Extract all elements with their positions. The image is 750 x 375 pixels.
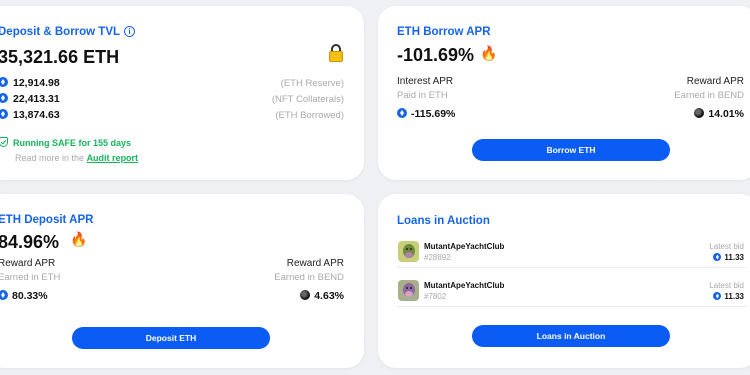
deposit-bend-apr-value-row: 4.63% [300, 290, 344, 302]
safe-text: Running SAFE for 155 days [13, 138, 132, 148]
latest-bid-value-row: 11.33 [713, 292, 744, 301]
eth-icon [0, 77, 8, 87]
borrow-value: -101.69% [397, 45, 475, 65]
shield-check-icon [0, 137, 8, 147]
latest-bid-value-row: 11.33 [713, 253, 744, 262]
deposit-eth-button[interactable]: Deposit ETH [72, 327, 270, 349]
borrow-apr-card: ETH Borrow APR -101.69% 🔥 Interest APR P… [378, 6, 750, 180]
tvl-title: Deposit & Borrow TVL [0, 26, 121, 38]
collaterals-value: 22,413.31 [13, 93, 60, 105]
fire-icon: 🔥 [480, 45, 498, 61]
deposit-eth-apr-value-row: 80.33% [0, 290, 48, 302]
borrow-title: ETH Borrow APR [397, 26, 491, 38]
bend-token-icon [300, 290, 311, 300]
interest-apr-value-row: -115.69% [397, 108, 455, 120]
tvl-row-reserve: 12,914.98 [0, 77, 60, 89]
deposit-bend-apr-label: Reward APR [286, 258, 344, 269]
borrowed-value: 13,874.63 [13, 109, 60, 121]
borrowed-label: (ETH Borrowed) [275, 110, 344, 121]
interest-apr-value: -115.69% [411, 108, 456, 120]
deposit-apr-card: ETH Deposit APR 84.96% 🔥 Reward APR Earn… [0, 194, 364, 368]
paid-in-eth-label: Paid in ETH [397, 90, 448, 101]
eth-icon [713, 253, 722, 261]
nft-token-id: #28892 [424, 253, 451, 262]
fire-icon: 🔥 [70, 231, 88, 247]
nft-token-id: #7802 [424, 292, 447, 301]
eth-icon [0, 109, 8, 119]
latest-bid-value: 11.33 [724, 292, 744, 301]
deposit-bend-apr-value: 4.63% [314, 290, 344, 302]
earned-in-eth-label: Earned in ETH [0, 272, 61, 283]
deposit-earned-in-bend-label: Earned in BEND [274, 272, 344, 283]
deposit-reward-apr-label: Reward APR [0, 258, 56, 269]
latest-bid-label: Latest bid [709, 242, 744, 251]
tvl-value: 35,321.66 ETH [0, 47, 120, 67]
auction-list-item[interactable]: MutantApeYachtClub #7802 Latest bid 11.3… [396, 278, 746, 308]
tvl-title-row: Deposit & Borrow TVL i [0, 26, 136, 38]
latest-bid-label: Latest bid [709, 281, 744, 290]
deposit-title: ETH Deposit APR [0, 214, 94, 226]
nft-thumbnail [398, 280, 419, 301]
loans-in-auction-button[interactable]: Loans in Auction [472, 325, 670, 347]
collaterals-label: (NFT Collaterals) [271, 94, 344, 105]
nft-collection-name: MutantApeYachtClub [424, 242, 505, 251]
reserve-value: 12,914.98 [13, 77, 60, 89]
nft-thumbnail [398, 241, 419, 262]
info-icon[interactable]: i [124, 26, 136, 37]
auction-list-item[interactable]: MutantApeYachtClub #28892 Latest bid 11.… [396, 239, 746, 269]
tvl-row-collaterals: 22,413.31 [0, 93, 60, 105]
reserve-label: (ETH Reserve) [280, 78, 344, 89]
earned-in-bend-label: Earned in BEND [674, 90, 744, 101]
nft-collection-name: MutantApeYachtClub [424, 281, 505, 290]
deposit-value: 84.96% [0, 232, 60, 252]
loans-in-auction-card: Loans in Auction MutantApeYachtClub #288… [378, 194, 750, 368]
read-more-text: Read more in the [15, 153, 85, 163]
eth-icon [713, 292, 722, 300]
eth-icon [0, 93, 8, 103]
read-more-row: Read more in the Audit report [15, 153, 138, 163]
eth-icon [397, 108, 407, 118]
auction-title: Loans in Auction [397, 215, 490, 227]
borrow-eth-button[interactable]: Borrow ETH [472, 139, 670, 161]
deposit-eth-apr-value: 80.33% [12, 290, 48, 302]
divider [396, 267, 746, 268]
tvl-row-borrowed: 13,874.63 [0, 109, 60, 121]
reward-apr-value: 14.01% [708, 108, 744, 120]
audit-report-link[interactable]: Audit report [87, 153, 139, 163]
bend-token-icon [694, 108, 705, 118]
eth-icon [0, 290, 8, 300]
safe-status: Running SAFE for 155 days [0, 137, 131, 148]
reward-apr-value-row: 14.01% [694, 108, 744, 120]
reward-apr-label: Reward APR [686, 76, 744, 87]
latest-bid-value: 11.33 [724, 253, 744, 262]
tvl-card: Deposit & Borrow TVL i 35,321.66 ETH 12,9… [0, 6, 364, 180]
divider [396, 306, 746, 307]
lock-icon [329, 44, 343, 62]
interest-apr-label: Interest APR [397, 76, 454, 87]
